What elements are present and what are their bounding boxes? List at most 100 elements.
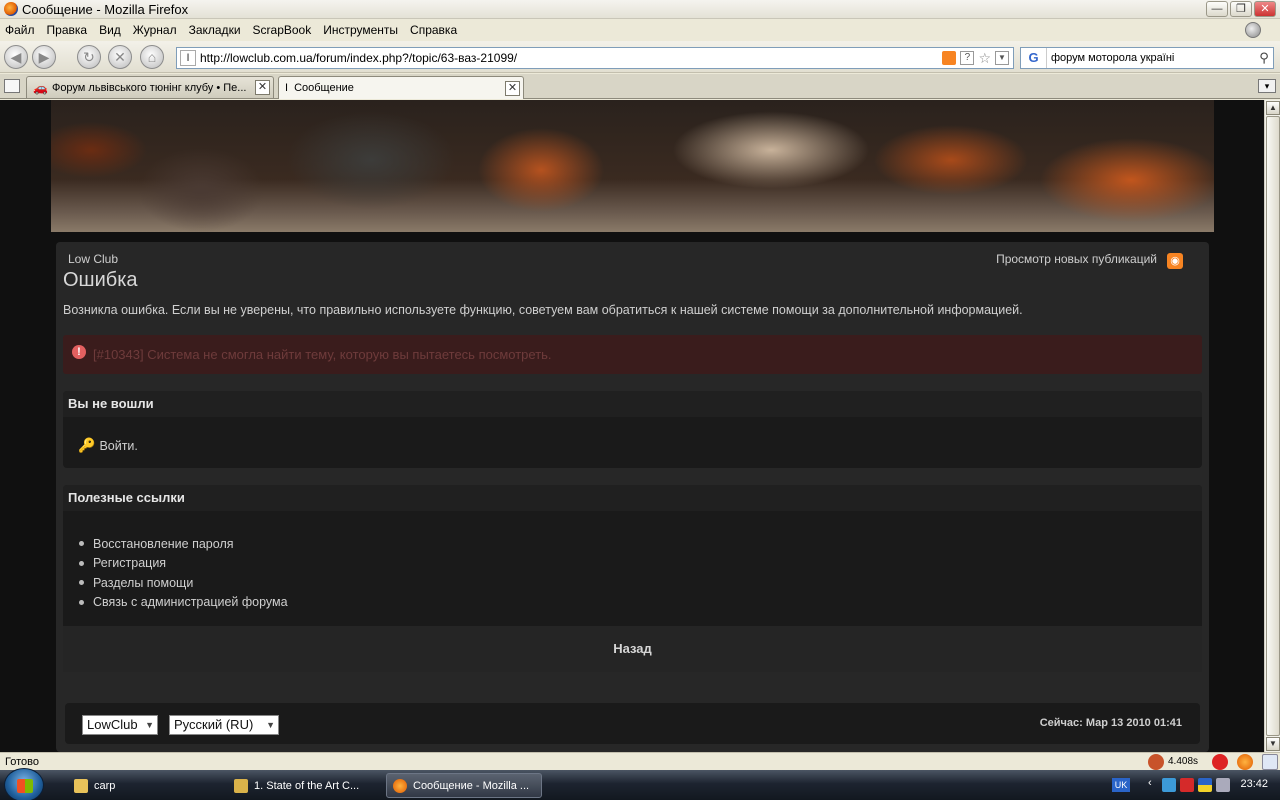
- forward-arrow-icon[interactable]: ▶: [32, 45, 56, 69]
- antivirus-icon[interactable]: [1180, 778, 1194, 792]
- language-indicator[interactable]: UK: [1112, 778, 1130, 792]
- menu-scrapbook[interactable]: ScrapBook: [253, 23, 312, 37]
- reload-icon[interactable]: ↻: [77, 45, 101, 69]
- stop-icon[interactable]: ✕: [108, 45, 132, 69]
- navigation-toolbar: ◀ ▶ ↻ ✕ ⌂ I ? ☆ ▼ G ⚲: [0, 41, 1280, 73]
- menu-file[interactable]: Файл: [5, 23, 35, 37]
- menu-tools[interactable]: Инструменты: [323, 23, 398, 37]
- system-clock[interactable]: 23:42: [1240, 778, 1268, 790]
- chevron-left-icon[interactable]: ‹: [1148, 777, 1152, 789]
- help-sections-link[interactable]: Разделы помощи: [93, 576, 193, 590]
- password-recovery-link[interactable]: Восстановление пароля: [93, 537, 234, 551]
- document-icon: [234, 778, 248, 793]
- main-panel: Low Club Ошибка Просмотр новых публикаци…: [56, 242, 1209, 752]
- taskbar-item-document[interactable]: 1. State of the Art C...: [228, 773, 378, 798]
- bullet-icon: [79, 580, 84, 586]
- chevron-down-icon: ▼: [266, 720, 275, 730]
- menu-history[interactable]: Журнал: [133, 23, 177, 37]
- new-posts-link[interactable]: Просмотр новых публикаций: [996, 252, 1157, 266]
- key-icon: 🔑: [78, 437, 96, 453]
- load-time: 4.408s: [1168, 756, 1199, 767]
- volume-muted-icon[interactable]: [1216, 778, 1230, 792]
- search-icon[interactable]: ⚲: [1255, 50, 1273, 66]
- back-arrow-icon[interactable]: ◀: [4, 45, 28, 69]
- url-input[interactable]: [200, 51, 943, 65]
- back-link[interactable]: Назад: [613, 641, 652, 656]
- back-bar: Назад: [63, 626, 1202, 672]
- breadcrumb[interactable]: Low Club: [68, 252, 118, 266]
- header-banner: [51, 100, 1214, 232]
- address-bar[interactable]: I ? ☆ ▼: [176, 47, 1014, 69]
- bullet-icon: [79, 599, 84, 605]
- tab-bar: 🚗 Форум львівського тюнінг клубу • Пе...…: [0, 74, 1280, 99]
- menu-bookmarks[interactable]: Закладки: [189, 23, 241, 37]
- task-label: Сообщение - Mozilla ...: [413, 779, 530, 792]
- windows-logo-icon: [17, 779, 33, 793]
- flag-icon[interactable]: [1198, 778, 1212, 792]
- menu-bar: Файл Правка Вид Журнал Закладки ScrapBoo…: [0, 20, 1280, 40]
- list-item: Восстановление пароля: [79, 534, 288, 554]
- throbber-icon: [1245, 22, 1261, 38]
- home-icon[interactable]: ⌂: [140, 45, 164, 69]
- vertical-scrollbar[interactable]: ▲ ▼: [1264, 100, 1280, 752]
- adblock-icon[interactable]: [1212, 754, 1228, 770]
- taskbar-item-carp[interactable]: carp: [68, 773, 220, 798]
- login-row: 🔑 Войти.: [78, 437, 138, 454]
- page-info-icon[interactable]: ?: [960, 51, 975, 65]
- scroll-up-icon[interactable]: ▲: [1266, 101, 1280, 115]
- tab-label: Форум львівського тюнінг клубу • Пе...: [51, 81, 247, 94]
- tab-forum[interactable]: 🚗 Форум львівського тюнінг клубу • Пе...…: [26, 76, 274, 98]
- menu-view[interactable]: Вид: [99, 23, 121, 37]
- chevron-down-icon: ▼: [145, 720, 154, 730]
- dropdown-arrow-icon[interactable]: ▼: [995, 51, 1009, 65]
- address-bar-icons: ? ☆ ▼: [942, 51, 1009, 65]
- list-item: Разделы помощи: [79, 573, 288, 593]
- firefox-icon: [393, 778, 407, 793]
- tab-close-icon[interactable]: ✕: [255, 80, 270, 95]
- page-favicon-icon: I: [285, 82, 289, 94]
- alert-icon: !: [72, 345, 86, 359]
- task-label: carp: [94, 779, 116, 792]
- search-bar[interactable]: G ⚲: [1020, 47, 1274, 69]
- error-text: [#10343] Система не смогла найти тему, к…: [93, 347, 552, 362]
- tab-close-icon[interactable]: ✕: [505, 80, 520, 96]
- scroll-thumb[interactable]: [1266, 116, 1280, 736]
- registration-link[interactable]: Регистрация: [93, 556, 166, 570]
- firefox-logo-icon: [4, 2, 18, 16]
- sidebar-toggle-icon[interactable]: [1262, 754, 1278, 770]
- rss-feed-icon[interactable]: [942, 51, 957, 65]
- server-time: Сейчас: Мар 13 2010 01:41: [1039, 717, 1182, 729]
- tab-list-icon[interactable]: [4, 79, 20, 93]
- language-select[interactable]: Русский (RU) ▼: [169, 715, 279, 735]
- tab-message[interactable]: I Сообщение ✕: [278, 76, 524, 99]
- task-label: 1. State of the Art C...: [254, 779, 360, 792]
- rss-icon[interactable]: ◉: [1167, 253, 1183, 269]
- search-input[interactable]: [1047, 52, 1255, 64]
- forum-footer: LowClub ▼ Русский (RU) ▼ Сейчас: Мар 13 …: [65, 703, 1200, 744]
- start-button[interactable]: [4, 768, 44, 800]
- all-tabs-icon[interactable]: ▾: [1258, 79, 1276, 93]
- network-icon[interactable]: [1162, 778, 1176, 792]
- useful-links-list: Восстановление пароля Регистрация Раздел…: [79, 534, 288, 612]
- taskbar-item-firefox[interactable]: Сообщение - Mozilla ...: [386, 773, 542, 798]
- window-controls: — ❐ ✕: [1206, 1, 1276, 17]
- skin-select[interactable]: LowClub ▼: [82, 715, 158, 735]
- windows-taskbar: carp 1. State of the Art C... Сообщение …: [0, 768, 1280, 800]
- error-message: ! [#10343] Система не смогла найти тему,…: [63, 335, 1202, 374]
- menu-edit[interactable]: Правка: [47, 23, 88, 37]
- list-item: Связь с администрацией форума: [79, 593, 288, 613]
- scroll-down-icon[interactable]: ▼: [1266, 737, 1280, 751]
- minimize-button[interactable]: —: [1206, 1, 1228, 17]
- status-bar: Готово 4.408s: [0, 752, 1280, 770]
- language-select-value: Русский (RU): [174, 717, 254, 732]
- login-link[interactable]: Войти.: [99, 439, 137, 453]
- maximize-button[interactable]: ❐: [1230, 1, 1252, 17]
- firebug-icon[interactable]: [1148, 754, 1164, 770]
- menu-help[interactable]: Справка: [410, 23, 457, 37]
- bookmark-star-icon[interactable]: ☆: [978, 51, 991, 65]
- close-button[interactable]: ✕: [1254, 1, 1276, 17]
- google-engine-icon[interactable]: G: [1021, 48, 1047, 68]
- list-item: Регистрация: [79, 554, 288, 574]
- firefox-addon-icon[interactable]: [1237, 754, 1253, 770]
- contact-admin-link[interactable]: Связь с администрацией форума: [93, 595, 288, 609]
